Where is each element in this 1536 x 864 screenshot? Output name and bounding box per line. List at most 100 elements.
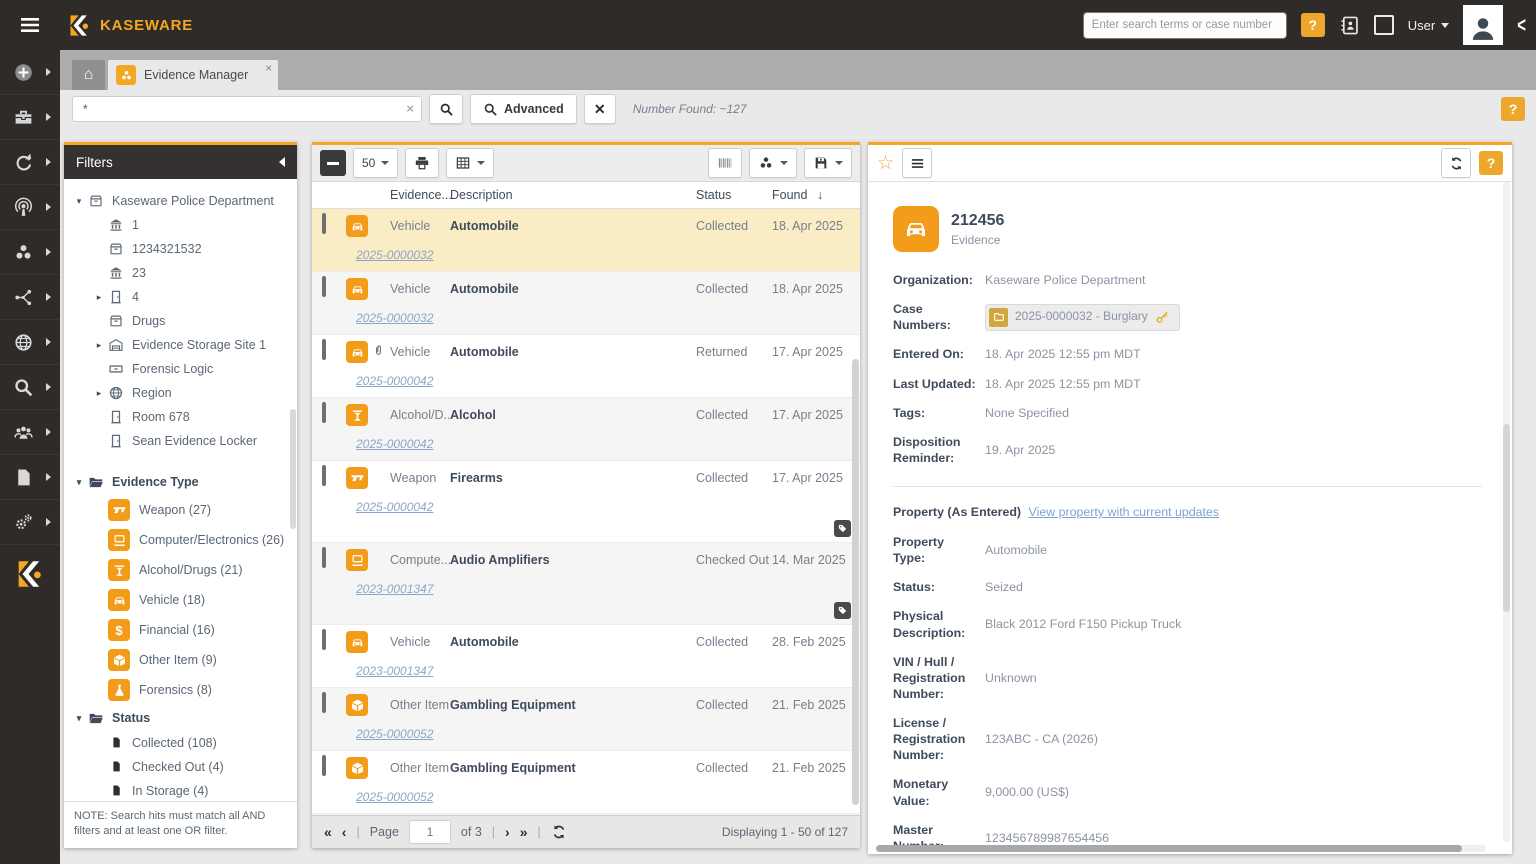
- table-row[interactable]: Vehicle Automobile Collected 18. Apr 202…: [312, 272, 860, 335]
- row-description[interactable]: Firearms: [450, 467, 696, 485]
- case-number-chip[interactable]: 2025-0000032 - Burglary: [985, 304, 1180, 331]
- clear-query-icon[interactable]: ×: [406, 101, 414, 116]
- detail-hscrollbar[interactable]: [876, 845, 1462, 852]
- case-number-link[interactable]: 2025-0000032: [356, 311, 433, 325]
- filter-tree-item[interactable]: Room 678: [64, 405, 297, 429]
- filter-tree-item[interactable]: ▸ Region: [64, 381, 297, 405]
- row-description[interactable]: Automobile: [450, 341, 696, 359]
- tag-icon[interactable]: [834, 520, 851, 537]
- row-checkbox[interactable]: [322, 755, 326, 776]
- main-menu-icon[interactable]: [0, 0, 60, 50]
- filter-tree-item[interactable]: Drugs: [64, 309, 297, 333]
- row-checkbox[interactable]: [322, 276, 326, 297]
- table-row[interactable]: Vehicle Automobile Returned 17. Apr 2025…: [312, 335, 860, 398]
- sidebar-item-documents[interactable]: [0, 455, 60, 500]
- filter-tree-item[interactable]: 1: [64, 213, 297, 237]
- sidebar-item-recent[interactable]: [0, 140, 60, 185]
- row-checkbox[interactable]: [322, 339, 326, 360]
- page-number-input[interactable]: [409, 820, 451, 844]
- table-scrollbar[interactable]: [852, 359, 859, 805]
- sidebar-item-link-analysis[interactable]: [0, 275, 60, 320]
- filter-evidence-type-item[interactable]: Alcohol/Drugs (21): [64, 555, 297, 585]
- sidebar-item-web[interactable]: [0, 320, 60, 365]
- sidebar-item-search[interactable]: [0, 365, 60, 410]
- row-description[interactable]: Automobile: [450, 631, 696, 649]
- row-description[interactable]: Automobile: [450, 215, 696, 233]
- expand-open-icon[interactable]: ▾: [72, 713, 86, 724]
- table-row[interactable]: Vehicle Automobile Collected 28. Feb 202…: [312, 625, 860, 688]
- row-checkbox[interactable]: [322, 213, 326, 234]
- collapse-rows-button[interactable]: [320, 150, 346, 176]
- filter-status-item[interactable]: Collected (108): [64, 731, 297, 755]
- table-row[interactable]: Weapon Firearms Collected 17. Apr 2025 2…: [312, 461, 860, 543]
- case-number-link[interactable]: 2025-0000052: [356, 727, 433, 741]
- avatar[interactable]: [1463, 5, 1503, 45]
- detail-menu-button[interactable]: [902, 148, 932, 178]
- filter-tree-item[interactable]: Forensic Logic: [64, 357, 297, 381]
- filter-evidence-type-item[interactable]: Computer/Electronics (26): [64, 525, 297, 555]
- row-description[interactable]: Gambling Equipment: [450, 757, 696, 775]
- sidebar-item-new[interactable]: [0, 50, 60, 95]
- window-icon[interactable]: [1374, 15, 1394, 35]
- sidebar-item-cases[interactable]: [0, 95, 60, 140]
- row-description[interactable]: Alcohol: [450, 404, 696, 422]
- user-menu[interactable]: User: [1408, 18, 1449, 33]
- close-search-button[interactable]: ✕: [584, 94, 616, 124]
- row-checkbox[interactable]: [322, 629, 326, 650]
- search-button[interactable]: [429, 94, 463, 124]
- filter-evidence-type-item[interactable]: Other Item (9): [64, 645, 297, 675]
- sidebar-item-people[interactable]: [0, 410, 60, 455]
- table-row[interactable]: Vehicle Automobile Collected 18. Apr 202…: [312, 209, 860, 272]
- filter-evidence-type-item[interactable]: Forensics (8): [64, 675, 297, 705]
- row-description[interactable]: Automobile: [450, 278, 696, 296]
- row-checkbox[interactable]: [322, 465, 326, 486]
- case-number-link[interactable]: 2025-0000042: [356, 374, 433, 388]
- row-description[interactable]: Gambling Equipment: [450, 694, 696, 712]
- collapse-topbar-icon[interactable]: <: [1517, 13, 1526, 37]
- filter-tree-item[interactable]: Sean Evidence Locker: [64, 429, 297, 453]
- case-number-link[interactable]: 2023-0001347: [356, 664, 433, 678]
- help-button[interactable]: ?: [1501, 97, 1525, 121]
- row-description[interactable]: Audio Amplifiers: [450, 549, 696, 567]
- table-row[interactable]: Other Item Gambling Equipment Collected …: [312, 751, 860, 814]
- prev-page-button[interactable]: ‹: [342, 824, 347, 840]
- case-number-link[interactable]: 2023-0001347: [356, 582, 433, 596]
- evidence-actions-dropdown[interactable]: [749, 148, 797, 178]
- filter-status-item[interactable]: Checked Out (4): [64, 755, 297, 779]
- filter-tree-item[interactable]: 1234321532: [64, 237, 297, 261]
- column-header-found[interactable]: Found ↓: [772, 188, 860, 202]
- filter-section-evidence-type[interactable]: ▾ Evidence Type: [64, 469, 297, 495]
- filter-tree-item[interactable]: 23: [64, 261, 297, 285]
- save-dropdown[interactable]: [804, 148, 852, 178]
- view-property-link[interactable]: View property with current updates: [1029, 505, 1220, 519]
- filters-scrollbar[interactable]: [290, 409, 296, 529]
- case-number-link[interactable]: 2025-0000052: [356, 790, 433, 804]
- column-header-evidence-type[interactable]: Evidence...: [390, 188, 450, 202]
- help-button[interactable]: ?: [1301, 13, 1325, 37]
- refresh-detail-button[interactable]: [1441, 148, 1471, 178]
- home-tab[interactable]: ⌂: [72, 60, 105, 90]
- filter-status-item[interactable]: In Storage (4): [64, 779, 297, 801]
- detail-scrollbar[interactable]: [1503, 424, 1510, 612]
- table-row[interactable]: Other Item Gambling Equipment Collected …: [312, 688, 860, 751]
- filter-evidence-type-item[interactable]: Vehicle (18): [64, 585, 297, 615]
- refresh-results-icon[interactable]: [551, 824, 567, 840]
- table-row[interactable]: Alcohol/D... Alcohol Collected 17. Apr 2…: [312, 398, 860, 461]
- sidebar-item-settings[interactable]: [0, 500, 60, 545]
- tab-close-icon[interactable]: ×: [265, 61, 272, 75]
- table-row[interactable]: Compute... Audio Amplifiers Checked Out …: [312, 543, 860, 625]
- advanced-search-button[interactable]: Advanced: [470, 94, 577, 124]
- filter-evidence-type-item[interactable]: Weapon (27): [64, 495, 297, 525]
- favorite-star-icon[interactable]: ☆: [877, 154, 894, 173]
- contacts-icon[interactable]: [1339, 15, 1360, 36]
- filter-tree-item[interactable]: ▸ 4: [64, 285, 297, 309]
- row-checkbox[interactable]: [322, 692, 326, 713]
- query-input[interactable]: [72, 96, 422, 122]
- expand-open-icon[interactable]: ▾: [72, 477, 86, 488]
- first-page-button[interactable]: «: [324, 824, 332, 840]
- filter-tree-item[interactable]: ▸ Evidence Storage Site 1: [64, 333, 297, 357]
- collapse-filters-icon[interactable]: [279, 157, 285, 167]
- barcode-button[interactable]: [708, 148, 742, 178]
- case-number-link[interactable]: 2025-0000042: [356, 437, 433, 451]
- print-button[interactable]: [405, 148, 439, 178]
